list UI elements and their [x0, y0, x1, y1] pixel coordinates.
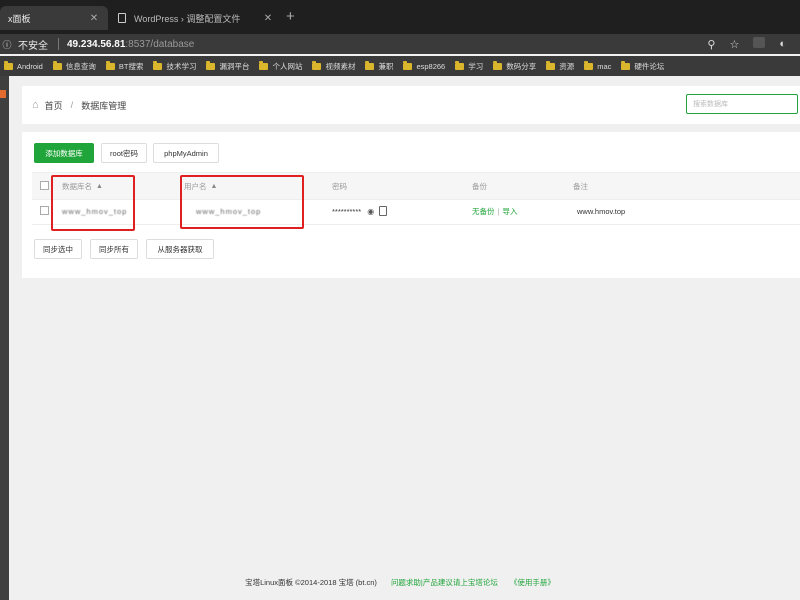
- new-tab-button[interactable]: +: [286, 8, 295, 25]
- extension-icon[interactable]: [753, 37, 766, 51]
- sync-selected-button[interactable]: 同步选中: [34, 239, 82, 259]
- tab-title: WordPress › 调整配置文件: [134, 13, 241, 24]
- folder-icon: [259, 60, 269, 70]
- divider: [58, 38, 59, 50]
- url-host: 49.234.56.81: [67, 38, 126, 50]
- bookmark-folder[interactable]: Android: [4, 60, 43, 71]
- notification-badge: [0, 90, 6, 98]
- bookmark-folder[interactable]: 资源: [546, 60, 574, 72]
- sort-arrow-icon[interactable]: ▲: [211, 183, 218, 190]
- bookmark-folder[interactable]: mac: [584, 60, 611, 71]
- profile-icon[interactable]: ◐: [779, 38, 786, 50]
- import-link[interactable]: 导入: [502, 206, 517, 217]
- database-panel: 添加数据库 root密码 phpMyAdmin 数据库名 ▲ 用户名 ▲ 密码 备份…: [22, 132, 800, 278]
- select-all-checkbox[interactable]: [40, 181, 49, 190]
- tab-wordpress[interactable]: WordPress › 调整配置文件 ✕: [110, 6, 282, 30]
- get-from-server-button[interactable]: 从服务器获取: [146, 239, 214, 259]
- folder-icon: [455, 60, 465, 70]
- row-checkbox[interactable]: [40, 206, 49, 215]
- bookmark-folder[interactable]: 数码分享: [493, 60, 536, 72]
- forum-link[interactable]: 问题求助|产品建议请上宝塔论坛: [391, 577, 498, 588]
- divider: |: [497, 206, 500, 216]
- eye-icon[interactable]: ◉: [367, 207, 374, 216]
- sync-all-button[interactable]: 同步所有: [90, 239, 138, 259]
- folder-icon: [52, 60, 62, 70]
- folder-icon: [153, 60, 163, 70]
- phpmyadmin-button[interactable]: phpMyAdmin: [153, 143, 219, 163]
- panel-sidebar: [0, 76, 9, 600]
- column-username[interactable]: 用户名 ▲: [184, 173, 217, 199]
- backup-cell: 无备份 | 导入: [472, 198, 517, 224]
- address-bar[interactable]: ⓘ 不安全 49.234.56.81 :8537/database ⚲ ☆ ◐: [0, 34, 800, 54]
- search-database-input[interactable]: [686, 94, 798, 114]
- manual-link[interactable]: 《使用手册》: [510, 577, 555, 588]
- root-password-button[interactable]: root密码: [101, 143, 147, 163]
- bookmark-folder[interactable]: 技术学习: [153, 60, 196, 72]
- folder-icon: [493, 60, 503, 70]
- bookmark-folder[interactable]: BT搜索: [105, 60, 143, 72]
- tab-title: x面板: [8, 13, 31, 24]
- breadcrumb-separator: /: [70, 100, 74, 110]
- folder-icon: [206, 60, 216, 70]
- column-backup: 备份: [472, 181, 487, 191]
- search-icon[interactable]: ⚲: [707, 38, 715, 51]
- breadcrumb-home[interactable]: 首页: [45, 99, 63, 112]
- bookmark-folder[interactable]: 硬件论坛: [621, 60, 664, 72]
- close-tab-icon[interactable]: ✕: [88, 13, 100, 24]
- add-database-button[interactable]: 添加数据库: [34, 143, 94, 163]
- note-cell[interactable]: www.hmov.top: [577, 198, 625, 224]
- folder-icon: [312, 60, 322, 70]
- sort-arrow-icon[interactable]: ▲: [96, 183, 103, 190]
- username-cell: www_hmov_top: [196, 206, 262, 216]
- folder-icon: [105, 60, 115, 70]
- breadcrumb-current: 数据库管理: [81, 100, 127, 111]
- bookmark-folder[interactable]: 个人网站: [259, 60, 302, 72]
- folder-icon: [403, 60, 413, 70]
- table-header: 数据库名 ▲ 用户名 ▲ 密码 备份 备注: [32, 172, 800, 200]
- bookmark-folder[interactable]: 信息查询: [52, 60, 96, 72]
- folder-icon: [365, 60, 375, 70]
- copy-icon[interactable]: [379, 206, 388, 216]
- column-password: 密码: [332, 181, 347, 191]
- copyright-text: 宝塔Linux面板 ©2014-2018 宝塔 (bt.cn): [245, 577, 377, 587]
- column-note: 备注: [573, 181, 588, 191]
- folder-icon: [621, 60, 631, 70]
- address-bar-actions: ⚲ ☆ ◐: [707, 34, 800, 54]
- backup-link[interactable]: 无备份: [472, 206, 495, 217]
- tab-bt-panel[interactable]: x面板 ✕: [0, 6, 108, 30]
- bookmark-folder[interactable]: 视频素材: [312, 60, 355, 72]
- column-db-name[interactable]: 数据库名 ▲: [62, 173, 103, 199]
- password-cell: ********** ◉: [332, 198, 388, 224]
- folder-icon: [4, 60, 13, 70]
- footer: 宝塔Linux面板 ©2014-2018 宝塔 (bt.cn) 问题求助|产品建…: [0, 574, 800, 590]
- db-name-cell: www_hmov_top: [62, 206, 128, 216]
- star-icon[interactable]: ☆: [729, 38, 739, 51]
- bookmarks-bar: Android 信息查询 BT搜索 技术学习 漏洞平台 个人网站 视频素材 兼职…: [0, 56, 800, 76]
- bookmark-folder[interactable]: esp8266: [403, 60, 445, 71]
- breadcrumb: ⌂ 首页 / 数据库管理: [22, 86, 800, 124]
- info-icon[interactable]: ⓘ: [2, 38, 12, 51]
- document-icon: [118, 13, 126, 23]
- bookmark-folder[interactable]: 漏洞平台: [206, 60, 249, 72]
- folder-icon: [546, 60, 556, 70]
- close-tab-icon[interactable]: ✕: [262, 13, 274, 24]
- bookmark-folder[interactable]: 兼职: [365, 60, 393, 72]
- folder-icon: [584, 60, 594, 70]
- masked-password: **********: [332, 206, 362, 216]
- home-icon[interactable]: ⌂: [32, 99, 39, 111]
- bookmark-folder[interactable]: 学习: [455, 60, 483, 72]
- url-path: :8537/database: [125, 38, 195, 50]
- table-row: www_hmov_top www_hmov_top ********** ◉ 无…: [32, 198, 800, 225]
- security-indicator[interactable]: 不安全: [18, 37, 48, 52]
- browser-tab-strip: x面板 ✕ WordPress › 调整配置文件 ✕ +: [0, 0, 800, 34]
